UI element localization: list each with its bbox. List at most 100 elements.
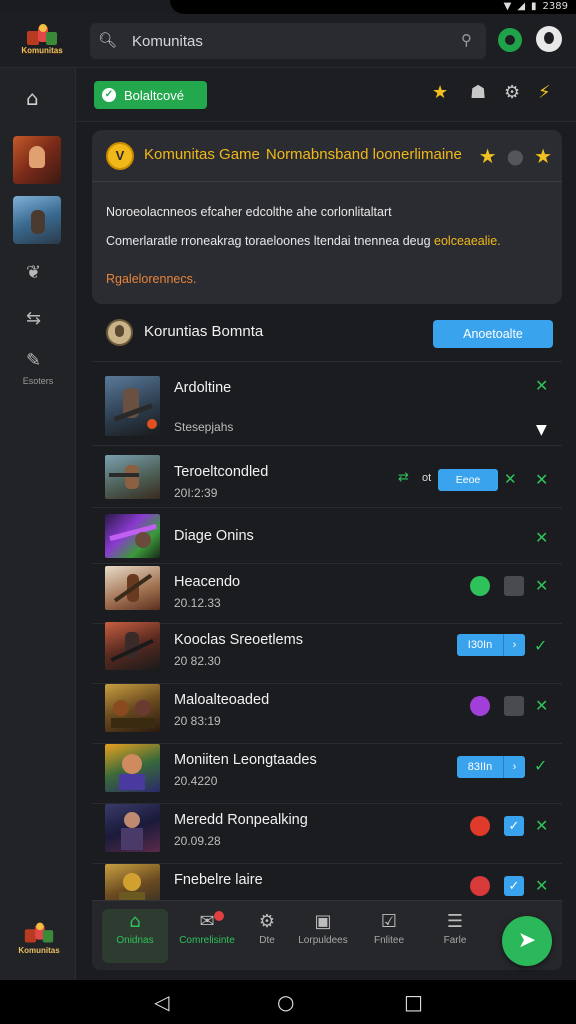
list-item-subtitle: Stesepjahs — [174, 420, 234, 434]
close-icon[interactable]: ✕ — [504, 470, 517, 488]
red-status-icon[interactable] — [470, 816, 490, 836]
list-item[interactable]: Meredd Ronpealking 20.09.28 ✓ ✕ — [92, 804, 562, 864]
list-item[interactable]: Moniiten Leongtaades 20.4220 83IIn › ✓ — [92, 744, 562, 804]
app-logo[interactable]: Komunitas — [14, 22, 70, 60]
home-circle-icon[interactable]: ○ — [277, 990, 294, 1014]
game-thumbnail — [105, 744, 160, 792]
close-icon[interactable]: ✕ — [535, 576, 548, 595]
rating-stars[interactable]: ★ ● ★ — [479, 144, 552, 168]
leaf-icon[interactable]: ❦ — [26, 262, 41, 283]
home-icon[interactable]: ⌂ — [26, 86, 39, 110]
list-item-title: Heacendo — [174, 574, 241, 590]
list-item[interactable]: Kooclas Sreoetlems 20 82.30 I30In › ✓ — [92, 622, 562, 684]
row-action-button[interactable]: 83IIn › — [457, 756, 525, 778]
close-icon[interactable]: ✕ — [535, 528, 548, 547]
arrow-swap-icon[interactable]: ⇆ — [26, 308, 41, 329]
sidebar-label: Esoters — [22, 376, 54, 386]
community-avatar — [106, 319, 133, 346]
star-icon[interactable]: ★ — [479, 144, 497, 168]
recents-icon[interactable]: □ — [404, 990, 423, 1014]
wifi-icon: ▼ — [503, 0, 512, 12]
list-item[interactable]: Fnebelre laire ✓ ✕ — [92, 864, 562, 900]
check-icon[interactable]: ✓ — [534, 756, 547, 775]
row-action-button[interactable]: Eeoe — [438, 469, 498, 491]
home-icon: ⌂ — [129, 911, 141, 932]
community-title: Koruntias Bomnta — [144, 323, 264, 340]
battery-icon: ▮ — [531, 0, 537, 12]
community-header: Koruntias Bomnta Anoetoalte — [92, 312, 562, 362]
nav-item-home[interactable]: ⌂ Onidnas — [102, 909, 168, 963]
star-icon[interactable]: ★ — [432, 82, 448, 103]
search-icon: 🔍︎ — [98, 31, 118, 49]
list-item[interactable]: Ardoltine Stesepjahs ✕ ▼ — [92, 366, 562, 446]
sidebar-game-thumb-2[interactable] — [13, 196, 61, 244]
sidebar-logo[interactable]: Komunitas — [12, 920, 66, 964]
gear-icon[interactable]: ⚙ — [504, 82, 520, 103]
checkbox-checked[interactable]: ✓ — [504, 876, 524, 896]
list-item-subtitle: 20.12.33 — [174, 596, 221, 610]
announcement-card: V Komunitas Game Normabnsband loonerlimai… — [92, 130, 562, 304]
close-icon[interactable]: ✕ — [535, 816, 548, 835]
check-icon[interactable]: ✓ — [534, 636, 547, 655]
game-thumbnail — [105, 684, 160, 732]
game-thumbnail — [105, 376, 160, 436]
system-nav-bar: ◁ ○ □ — [0, 980, 576, 1024]
chevron-right-icon: › — [503, 634, 525, 656]
checkbox[interactable] — [504, 576, 524, 596]
logo-art — [27, 24, 57, 45]
nav-item-tasks[interactable]: ☑ Fnlitee — [356, 909, 422, 963]
game-thumbnail — [105, 804, 160, 852]
camera-icon: ▣ — [314, 911, 332, 932]
list-item-subtitle: 20 82.30 — [174, 654, 221, 668]
close-icon[interactable]: ✕ — [535, 470, 548, 489]
announcement-link[interactable]: eolceaealie. — [434, 234, 501, 248]
checkbox[interactable] — [504, 696, 524, 716]
signal-icon: ◢ — [517, 0, 526, 12]
purple-status-icon[interactable] — [470, 696, 490, 716]
red-status-icon[interactable] — [470, 876, 490, 896]
close-icon[interactable]: ✕ — [535, 696, 548, 715]
row-action-button[interactable]: I30In › — [457, 634, 525, 656]
status-green-button[interactable]: ✓ Bolaltcové — [94, 81, 207, 109]
search-bar[interactable]: 🔍︎ ⚲ — [90, 23, 486, 59]
green-status-icon[interactable] — [470, 576, 490, 596]
sidebar: ⌂ ❦ ⇆ ✎ Esoters Komunitas — [0, 68, 76, 980]
announcement-line-2: Comerlaratle rroneakrag toraeloones lten… — [106, 234, 501, 248]
star-empty-icon[interactable]: ● — [507, 144, 524, 168]
list-item[interactable]: Diage Onins ✕ — [92, 508, 562, 564]
back-icon[interactable]: ◁ — [154, 990, 169, 1014]
checkbox-checked[interactable]: ✓ — [504, 816, 524, 836]
list-item[interactable]: Heacendo 20.12.33 ✕ — [92, 564, 562, 624]
star-icon[interactable]: ★ — [534, 144, 552, 168]
search-input[interactable] — [132, 23, 432, 59]
bottom-nav: ⌂ Onidnas ✉ Comrelisinte ⚙ Dte ▣ Lorpuld… — [92, 900, 562, 970]
nav-item-media[interactable]: ▣ Lorpuldees — [290, 909, 356, 963]
settings-gear-icon[interactable] — [498, 28, 522, 52]
list-item[interactable]: Maloalteoaded 20 83:19 ✕ — [92, 684, 562, 744]
status-time: 2389 — [542, 0, 568, 12]
announcement-line-3[interactable]: Rgalelorennecs. — [106, 272, 196, 286]
nav-item-menu[interactable]: ☰ Farle — [422, 909, 488, 963]
list-item-title: Moniiten Leongtaades — [174, 752, 317, 768]
chevron-down-icon[interactable]: ▼ — [536, 422, 547, 438]
list-item[interactable]: Teroeltcondled 20I:2:39 ⇄ ot Eeoe ✕ ✕ — [92, 446, 562, 508]
sidebar-game-thumb-1[interactable] — [13, 136, 61, 184]
nav-item-comments[interactable]: ✉ Comrelisinte — [174, 909, 240, 963]
lightning-icon[interactable]: ⚡ — [538, 82, 551, 103]
swap-arrows-icon[interactable]: ⇄ — [398, 470, 409, 485]
list-item-title: Fnebelre laire — [174, 872, 263, 888]
list-item-title: Kooclas Sreoetlems — [174, 632, 303, 648]
status-green-button-label: Bolaltcové — [124, 87, 184, 103]
close-icon[interactable]: ✕ — [535, 876, 548, 895]
announcement-header: V Komunitas Game Normabnsband loonerlimai… — [92, 130, 562, 182]
search-submit-icon[interactable]: ⚲ — [461, 31, 472, 49]
robot-icon[interactable]: ☗ — [470, 82, 486, 103]
list-item-title: Maloalteoaded — [174, 692, 270, 708]
comment-icon: ✉ — [199, 911, 215, 932]
user-avatar-icon[interactable] — [536, 26, 562, 52]
status-bar: ▼ ◢ ▮ 2389 — [0, 0, 576, 14]
send-fab-button[interactable]: ➤ — [502, 916, 552, 966]
community-action-button[interactable]: Anoetoalte — [433, 320, 553, 348]
close-icon[interactable]: ✕ — [535, 376, 548, 395]
tools-icon[interactable]: ✎ — [26, 350, 41, 371]
